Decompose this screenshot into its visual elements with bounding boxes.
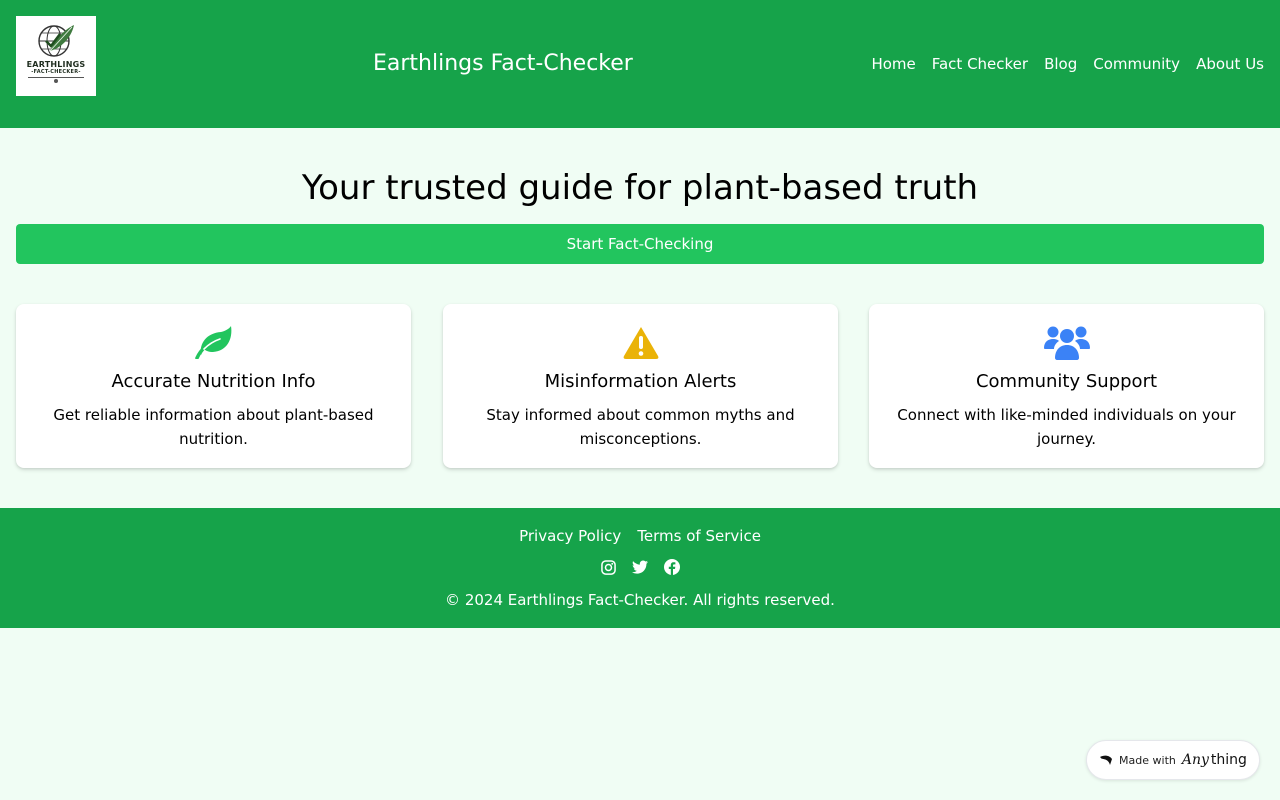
feature-title: Misinformation Alerts <box>544 371 737 392</box>
logo-dot <box>54 79 58 83</box>
made-with-badge[interactable]: Made with Any thing <box>1086 740 1260 780</box>
main-nav: Home Fact Checker Blog Community About U… <box>871 54 1264 74</box>
nav-home[interactable]: Home <box>871 54 915 74</box>
footer-links: Privacy Policy Terms of Service <box>0 526 1280 546</box>
nav-about-us[interactable]: About Us <box>1196 54 1264 74</box>
nav-blog[interactable]: Blog <box>1044 54 1077 74</box>
feature-title: Community Support <box>975 371 1158 392</box>
logo-subtext: -FACT-CHECKER- <box>31 69 81 75</box>
anything-logo-icon <box>1100 755 1113 766</box>
feature-description: Connect with like-minded individuals on … <box>897 406 1236 448</box>
hero-title: Your trusted guide for plant-based truth <box>301 168 979 208</box>
social-links <box>0 558 1280 576</box>
warning-icon <box>459 324 822 360</box>
nav-fact-checker[interactable]: Fact Checker <box>932 54 1028 74</box>
logo-text: EARTHLINGS <box>26 60 86 69</box>
feature-description: Stay informed about common myths and mis… <box>486 406 795 448</box>
terms-of-service-link[interactable]: Terms of Service <box>637 526 761 546</box>
nav-community[interactable]: Community <box>1093 54 1180 74</box>
twitter-icon[interactable] <box>632 558 648 576</box>
feature-card-community: Community Support Connect with like-mind… <box>869 304 1264 468</box>
feature-card-nutrition: Accurate Nutrition Info Get reliable inf… <box>16 304 411 468</box>
instagram-icon[interactable] <box>600 558 616 576</box>
badge-brand-italic: Any <box>1181 752 1209 768</box>
feature-title: Accurate Nutrition Info <box>111 371 316 392</box>
badge-brand-rest: thing <box>1210 752 1247 768</box>
site-footer: Privacy Policy Terms of Service © 2024 E… <box>0 508 1280 628</box>
logo-divider <box>28 77 84 78</box>
copyright-text: © 2024 Earthlings Fact-Checker. All righ… <box>445 591 835 609</box>
globe-leaf-icon <box>38 25 74 57</box>
site-title: Earthlings Fact-Checker <box>373 51 633 76</box>
feature-description: Get reliable information about plant-bas… <box>53 406 374 448</box>
facebook-icon[interactable] <box>664 558 680 576</box>
site-logo[interactable]: EARTHLINGS -FACT-CHECKER- <box>16 16 96 96</box>
leaf-icon <box>32 324 395 360</box>
privacy-policy-link[interactable]: Privacy Policy <box>519 526 621 546</box>
badge-prefix: Made with <box>1119 753 1176 767</box>
users-icon <box>885 324 1248 360</box>
start-fact-checking-button[interactable]: Start Fact-Checking <box>16 224 1264 264</box>
feature-card-alerts: Misinformation Alerts Stay informed abou… <box>443 304 838 468</box>
site-header: EARTHLINGS -FACT-CHECKER- Earthlings Fac… <box>0 0 1280 128</box>
